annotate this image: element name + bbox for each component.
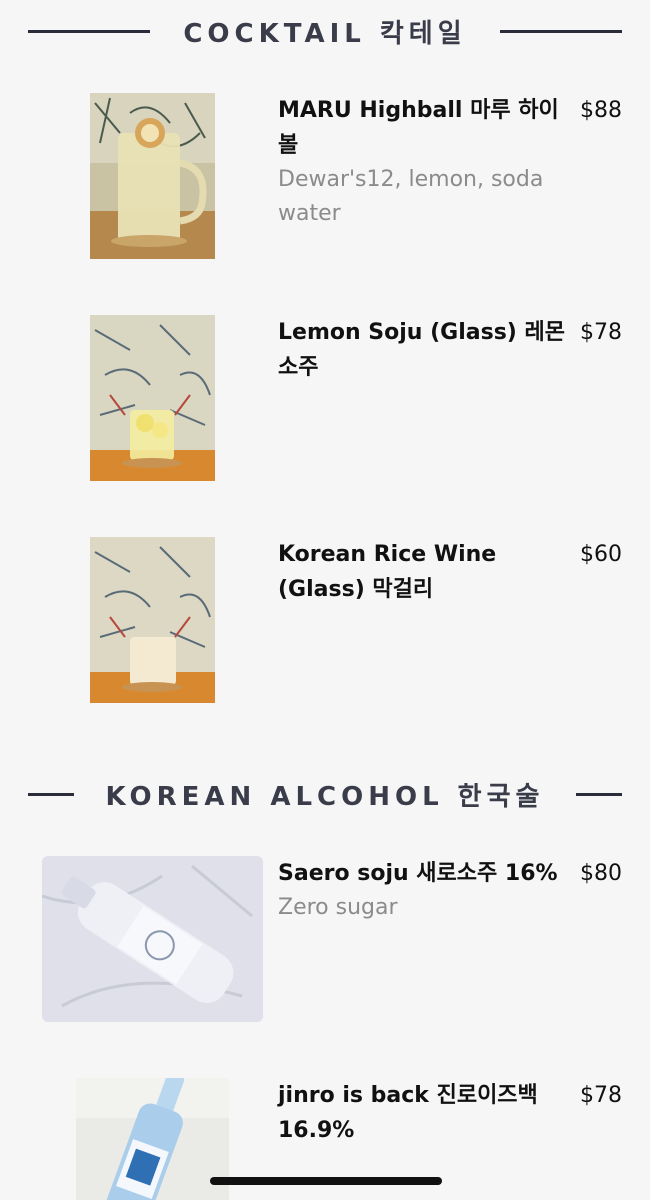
jinro-photo [76,1078,229,1200]
item-info: jinro is back 진로이즈백 16.9% $78 [278,1078,622,1148]
item-name: Saero soju 새로소주 16% [278,861,558,886]
item-info: Korean Rice Wine (Glass) 막걸리 $60 [278,537,622,607]
item-name: jinro is back 진로이즈백 16.9% [278,1083,538,1143]
item-price: $80 [580,861,622,886]
menu-page: COCKTAIL 칵테일 MARU Highball 마루 하이볼 $88 De… [0,0,650,1200]
divider-line [28,30,150,33]
item-description: Zero sugar [278,895,398,920]
home-indicator[interactable] [210,1177,442,1185]
item-price: $60 [580,542,622,567]
divider-line [28,793,74,796]
rice-wine-photo [90,537,215,703]
section-title: KOREAN ALCOHOL 한국술 [105,781,545,812]
item-info: Saero soju 새로소주 16% $80 Zero sugar [278,856,622,925]
item-name: Lemon Soju (Glass) 레몬 소주 [278,320,566,380]
item-info: MARU Highball 마루 하이볼 $88 Dewar's12, lemo… [278,93,622,231]
item-price: $78 [580,1083,622,1108]
divider-line [500,30,622,33]
section-header-cocktail: COCKTAIL 칵테일 [28,11,622,51]
saero-soju-photo [42,856,263,1022]
item-name: Korean Rice Wine (Glass) 막걸리 [278,542,497,602]
lemon-soju-photo [90,315,215,481]
item-name: MARU Highball 마루 하이볼 [278,98,559,158]
section-header-korean-alcohol: KOREAN ALCOHOL 한국술 [28,774,622,814]
item-price: $88 [580,98,622,123]
divider-line [576,793,622,796]
item-info: Lemon Soju (Glass) 레몬 소주 $78 [278,315,622,385]
section-title: COCKTAIL 칵테일 [183,18,467,49]
highball-photo [90,93,215,259]
item-price: $78 [580,320,622,345]
item-description: Dewar's12, lemon, soda water [278,167,544,226]
